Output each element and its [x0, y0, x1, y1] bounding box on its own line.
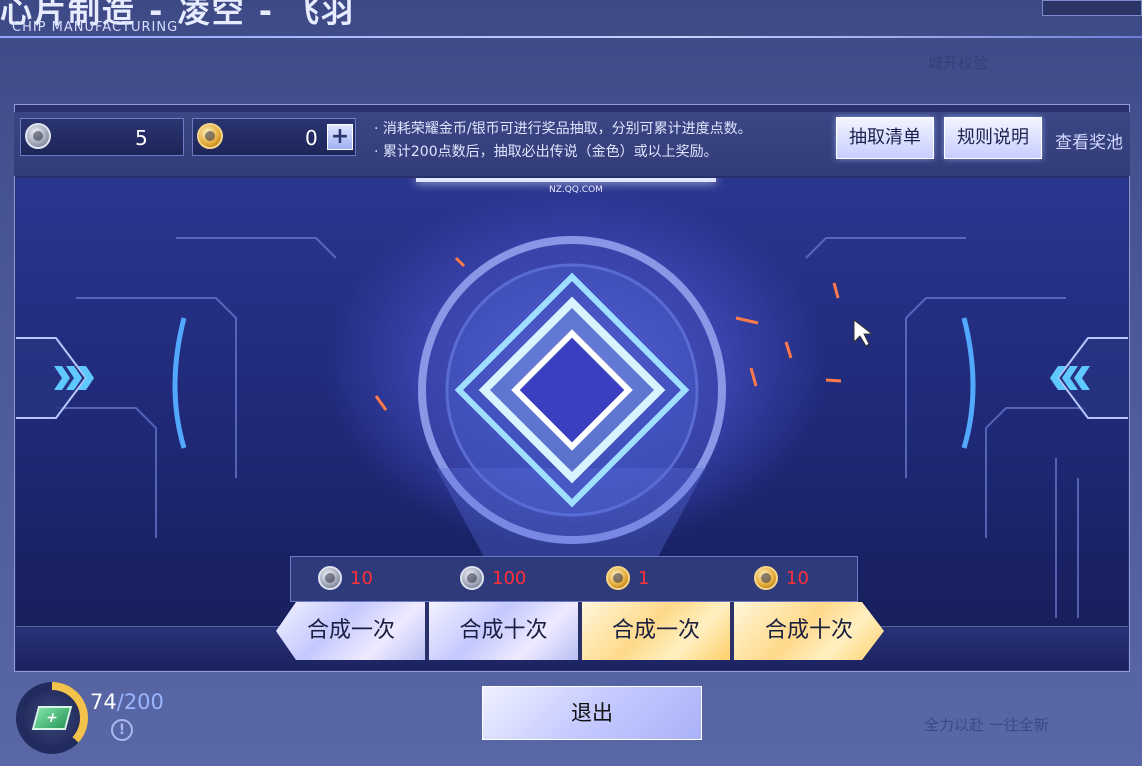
progress-text: 74/200 [90, 690, 164, 714]
background-label: 城开校验 [928, 54, 989, 72]
header-divider [0, 36, 1142, 38]
add-gold-button[interactable]: + [327, 124, 353, 150]
progress-max: 200 [123, 690, 164, 714]
gold-synth-once-button[interactable]: 合成一次 [582, 602, 730, 660]
chip-icon: + [31, 706, 73, 730]
silver-coin-icon [25, 123, 51, 149]
info-text-2: · 累计200点数后，抽取必出传说（金色）或以上奖励。 [374, 144, 718, 160]
rules-button[interactable]: 规则说明 [944, 117, 1042, 159]
cost-value: 10 [786, 567, 809, 589]
silver-synth-ten-button[interactable]: 合成十次 [429, 602, 578, 660]
silver-coin-icon [460, 566, 484, 590]
silver-currency-box: 5 [20, 118, 184, 156]
gold-coin-count: 0 [305, 126, 318, 150]
left-bracket [172, 317, 187, 449]
cost-value: 10 [350, 567, 373, 589]
info-text-1: · 消耗荣耀金币/银币可进行奖品抽取，分别可累计进度点数。 [374, 121, 752, 137]
view-pool-link[interactable]: 查看奖池 [1055, 128, 1123, 153]
gold-coin-icon [754, 566, 778, 590]
cost-value: 100 [492, 567, 527, 589]
cost-silver-ten: 100 [460, 566, 526, 590]
progress-ring[interactable]: + [16, 682, 88, 754]
cost-value: 1 [638, 567, 650, 589]
cost-silver-once: 10 [318, 566, 373, 590]
right-bracket [961, 317, 976, 449]
info-icon[interactable]: ! [111, 719, 133, 741]
gold-coin-icon [197, 123, 223, 149]
silver-coin-count: 5 [135, 126, 148, 150]
gold-synth-ten-button[interactable]: 合成十次 [734, 602, 884, 660]
progress-current: 74 [90, 690, 117, 714]
progress-separator: / [116, 690, 124, 714]
page-subtitle: CHIP MANUFACTURING [12, 20, 179, 35]
gold-currency-box: 0 + [192, 118, 356, 156]
cost-gold-once: 1 [606, 566, 649, 590]
silver-coin-icon [318, 566, 342, 590]
progress-inner: + [24, 690, 80, 746]
cursor-icon [853, 318, 874, 347]
top-right-widget [1042, 0, 1142, 16]
exit-button[interactable]: 退出 [482, 686, 702, 740]
draw-list-button[interactable]: 抽取清单 [836, 117, 934, 159]
silver-synth-once-button[interactable]: 合成一次 [276, 602, 426, 660]
cost-gold-ten: 10 [754, 566, 809, 590]
background-slogan: 全力以赴 一往全新 [924, 716, 1049, 734]
gold-coin-icon [606, 566, 630, 590]
button-divider [730, 602, 734, 660]
